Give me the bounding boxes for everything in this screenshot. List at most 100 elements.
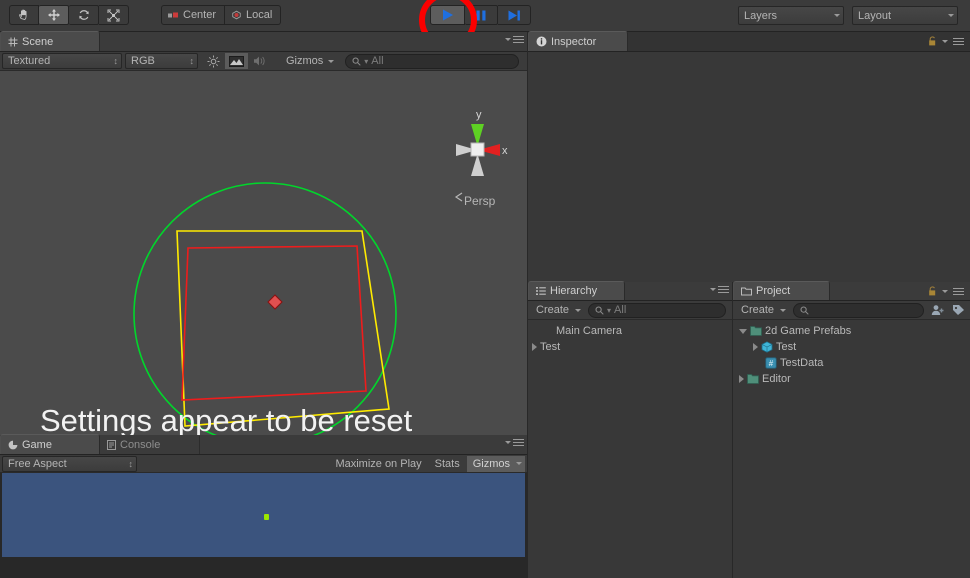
draw-mode-label: Textured bbox=[8, 55, 51, 67]
filter-by-label-button[interactable] bbox=[949, 302, 968, 318]
stats-label: Stats bbox=[434, 457, 460, 470]
game-toolbar: Free Aspect ↕ Maximize on Play Stats Giz… bbox=[0, 455, 527, 473]
hierarchy-toolbar: Create ▾ All bbox=[528, 301, 732, 320]
tab-inspector[interactable]: Inspector bbox=[528, 31, 628, 51]
chevron-right-icon[interactable] bbox=[532, 343, 537, 351]
layout-group: Layers Layout bbox=[738, 6, 958, 25]
project-create-dropdown[interactable]: Create bbox=[735, 302, 790, 318]
game-view-container bbox=[0, 473, 527, 578]
color-mode-label: RGB bbox=[131, 55, 155, 67]
red-quad-gizmo bbox=[181, 245, 367, 401]
stats-toggle[interactable]: Stats bbox=[429, 456, 466, 472]
chevron-down-icon bbox=[834, 14, 840, 17]
inspector-tabstrip: Inspector bbox=[528, 31, 970, 52]
game-view[interactable] bbox=[2, 473, 525, 557]
hierarchy-icon bbox=[536, 287, 546, 295]
search-dropdown-arrow-icon: ▾ bbox=[364, 56, 369, 66]
hierarchy-tree[interactable]: Main Camera Test bbox=[528, 320, 732, 578]
updown-arrow-icon: ↕ bbox=[189, 56, 195, 66]
rotation-mode-button[interactable]: Local bbox=[225, 5, 282, 25]
list-item[interactable]: Main Camera bbox=[528, 323, 732, 339]
project-item-label: TestData bbox=[780, 357, 824, 369]
folder-icon bbox=[741, 287, 752, 295]
transform-handle-icon bbox=[267, 294, 283, 310]
project-item-label: Test bbox=[776, 341, 797, 353]
chevron-down-icon bbox=[505, 38, 511, 41]
sun-icon bbox=[207, 55, 220, 67]
project-item-label: Editor bbox=[762, 373, 791, 385]
local-rotation-icon bbox=[232, 10, 241, 20]
tab-project[interactable]: Project bbox=[733, 281, 830, 300]
list-item[interactable]: Editor bbox=[733, 371, 970, 387]
move-tool[interactable] bbox=[39, 5, 69, 25]
tab-scene[interactable]: Scene bbox=[0, 31, 100, 51]
pivot-group: Center Local bbox=[161, 5, 282, 25]
filter-by-type-button[interactable] bbox=[928, 302, 948, 318]
rotate-tool[interactable] bbox=[69, 5, 99, 25]
list-item[interactable]: # TestData bbox=[733, 355, 970, 371]
aspect-dropdown[interactable]: Free Aspect ↕ bbox=[2, 455, 137, 472]
hierarchy-item-label: Main Camera bbox=[556, 325, 623, 337]
script-icon: # bbox=[765, 357, 777, 369]
scene-viewport[interactable]: y x Persp Settings appear to be reset bbox=[0, 71, 527, 435]
menu-icon bbox=[953, 287, 964, 295]
project-toolbar: Create bbox=[733, 301, 970, 320]
scene-panel-menu[interactable] bbox=[505, 36, 524, 43]
layers-dropdown[interactable]: Layers bbox=[738, 6, 844, 25]
hierarchy-panel-menu[interactable] bbox=[710, 286, 729, 293]
chevron-right-icon[interactable] bbox=[753, 343, 758, 351]
layout-dropdown[interactable]: Layout bbox=[852, 6, 958, 25]
center-icon bbox=[168, 12, 178, 17]
game-panel-menu[interactable] bbox=[505, 439, 524, 446]
step-button[interactable] bbox=[498, 5, 531, 25]
hierarchy-create-dropdown[interactable]: Create bbox=[530, 302, 585, 318]
menu-icon bbox=[513, 439, 524, 446]
tab-console[interactable]: Console bbox=[100, 436, 200, 454]
scene-annotation-text: Settings appear to be reset bbox=[40, 403, 413, 435]
chevron-down-icon[interactable] bbox=[739, 328, 747, 334]
chevron-right-icon[interactable] bbox=[739, 375, 744, 383]
game-gizmos-dropdown[interactable]: Gizmos bbox=[466, 455, 525, 472]
maximize-on-play-toggle[interactable]: Maximize on Play bbox=[329, 456, 427, 472]
tab-game[interactable]: Game bbox=[0, 434, 100, 454]
project-search-input[interactable] bbox=[793, 302, 924, 318]
hierarchy-search-input[interactable]: ▾ All bbox=[588, 302, 726, 318]
tab-hierarchy[interactable]: Hierarchy bbox=[528, 281, 625, 300]
hierarchy-search-placeholder: All bbox=[614, 304, 627, 316]
inspector-panel: Inspector bbox=[528, 31, 970, 282]
scene-icon bbox=[8, 37, 18, 46]
scene-gizmos-dropdown[interactable]: Gizmos bbox=[280, 53, 340, 69]
hand-tool[interactable] bbox=[9, 5, 39, 25]
lighting-toggle[interactable] bbox=[203, 53, 224, 69]
project-panel: Project Create 2d Game Prefabs Test # Te… bbox=[733, 281, 970, 578]
info-icon bbox=[536, 36, 547, 47]
hand-icon bbox=[19, 9, 27, 20]
folder-icon bbox=[750, 326, 762, 336]
project-tree[interactable]: 2d Game Prefabs Test # TestData Editor bbox=[733, 320, 970, 578]
list-item[interactable]: Test bbox=[733, 339, 970, 355]
draw-mode-dropdown[interactable]: Textured ↕ bbox=[2, 53, 122, 69]
scene-search-input[interactable]: ▾ All bbox=[345, 53, 519, 69]
hierarchy-tabstrip: Hierarchy bbox=[528, 281, 732, 301]
scene-orientation-gizmo[interactable]: y x Persp bbox=[440, 104, 526, 214]
list-item[interactable]: Test bbox=[528, 339, 732, 355]
pivot-mode-button[interactable]: Center bbox=[161, 5, 226, 25]
audio-fx-toggle[interactable] bbox=[225, 53, 248, 69]
menu-icon bbox=[953, 37, 964, 45]
list-item[interactable]: 2d Game Prefabs bbox=[733, 323, 970, 339]
gizmo-y-label: y bbox=[476, 109, 482, 121]
search-icon bbox=[595, 306, 604, 315]
main-toolbar: Center Local Layers Layout bbox=[0, 0, 970, 49]
audio-toggle[interactable] bbox=[249, 53, 271, 69]
scale-tool[interactable] bbox=[99, 5, 129, 25]
prefab-icon bbox=[761, 341, 773, 353]
axis-gizmo-icon: y x Persp bbox=[454, 109, 508, 208]
menu-icon bbox=[513, 36, 524, 43]
project-panel-menu[interactable] bbox=[928, 286, 964, 296]
inspector-panel-menu[interactable] bbox=[928, 36, 964, 46]
color-mode-dropdown[interactable]: RGB ↕ bbox=[125, 53, 198, 69]
hierarchy-panel: Hierarchy Create ▾ All Main Camera Test bbox=[528, 281, 732, 578]
hierarchy-item-label: Test bbox=[540, 341, 561, 353]
